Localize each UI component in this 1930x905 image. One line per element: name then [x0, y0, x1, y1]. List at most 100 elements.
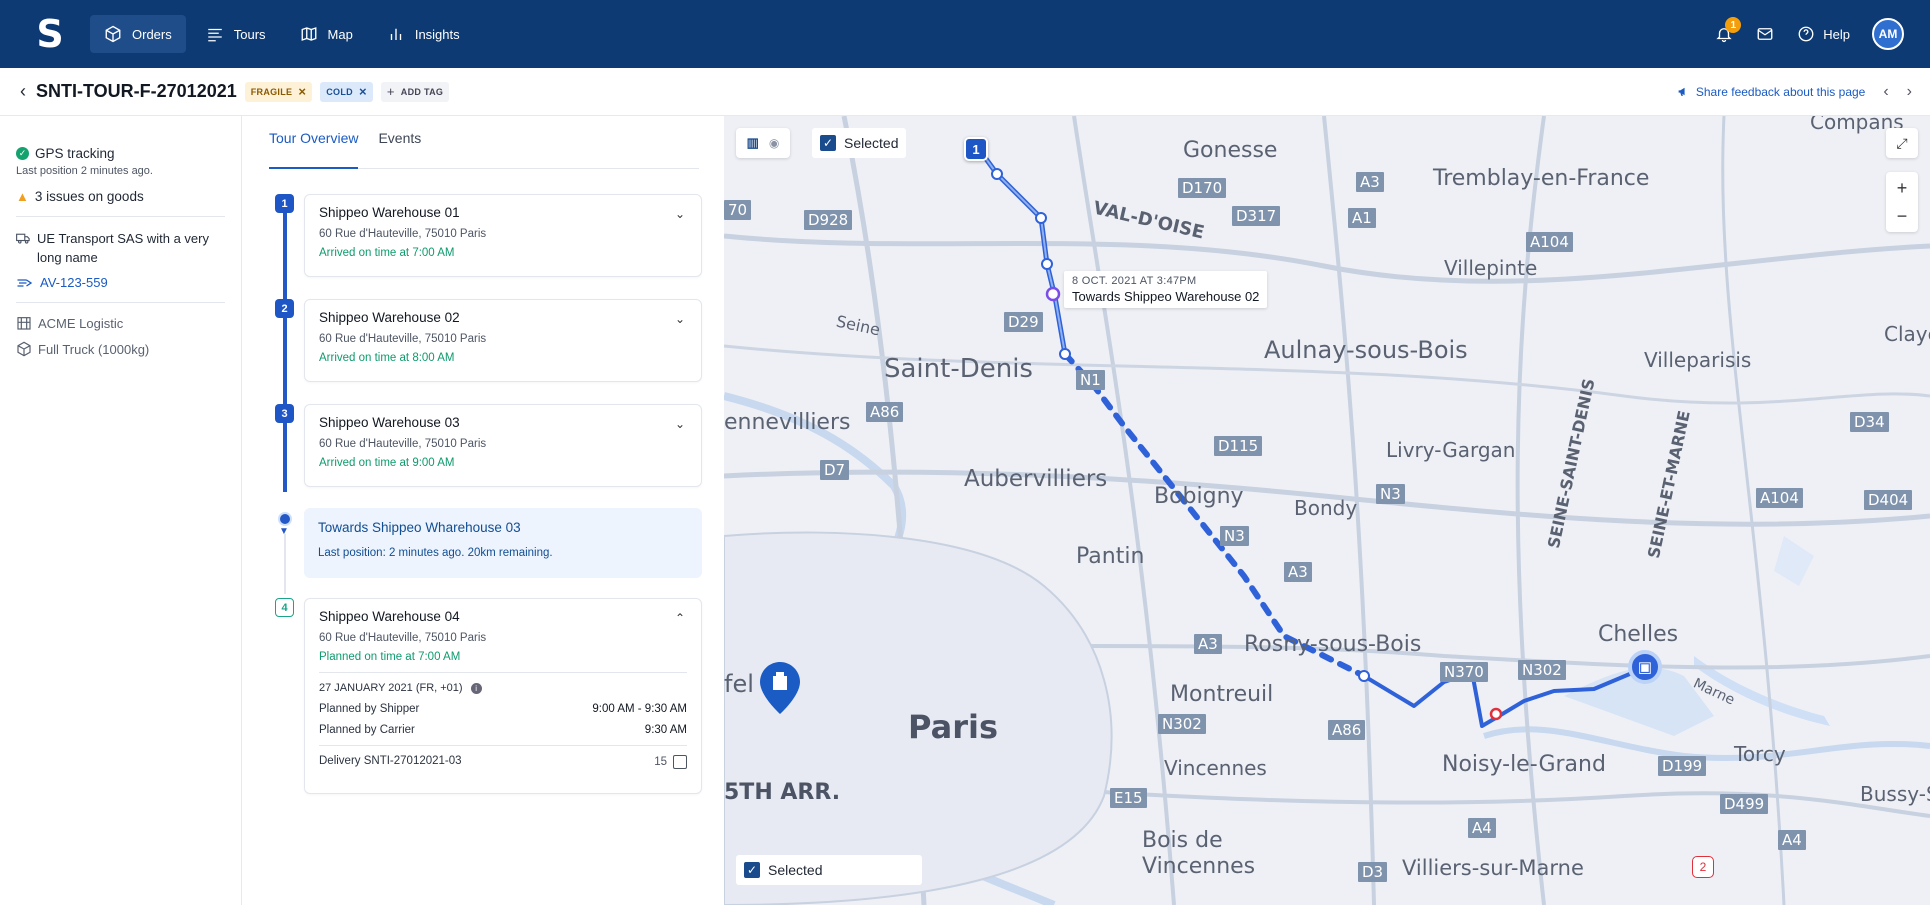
- step-marker-3: 3: [275, 404, 294, 423]
- stop-status: Arrived on time at 7:00 AM: [319, 247, 455, 259]
- step-marker-2: 2: [275, 299, 294, 318]
- delivery-count: 15: [654, 756, 667, 768]
- tag-cold-label: COLD: [326, 86, 353, 97]
- add-tag-button[interactable]: + ADD TAG: [380, 81, 450, 102]
- stop-marker-2[interactable]: 2: [1692, 856, 1714, 878]
- in-transit-card[interactable]: Towards Shippeo Wharehouse 03 Last posit…: [304, 508, 702, 578]
- chevron-up-icon[interactable]: ⌃: [675, 611, 685, 625]
- chevron-down-icon[interactable]: ⌄: [675, 417, 685, 431]
- stop-card-4[interactable]: Shippeo Warehouse 04 60 Rue d'Hauteville…: [304, 598, 702, 794]
- shippeo-logo[interactable]: S: [28, 12, 72, 56]
- stop-card-2[interactable]: Shippeo Warehouse 02 60 Rue d'Hauteville…: [304, 299, 702, 382]
- gps-label: GPS tracking: [35, 146, 115, 161]
- selected-filter-top[interactable]: ✓ Selected: [812, 128, 907, 158]
- gps-sub: Last position 2 minutes ago.: [16, 165, 153, 177]
- messages-button[interactable]: [1755, 25, 1775, 43]
- stop-marker-1[interactable]: 1: [964, 137, 988, 161]
- place-label: Saint-Denis: [884, 354, 1033, 384]
- stop-card-1[interactable]: Shippeo Warehouse 01 60 Rue d'Hauteville…: [304, 194, 702, 277]
- divider: [16, 302, 225, 303]
- tooltip-time: 8 OCT. 2021 AT 3:47PM: [1072, 275, 1197, 287]
- tab-tour-overview[interactable]: Tour Overview: [269, 116, 359, 169]
- remove-tag-icon[interactable]: ×: [298, 84, 306, 99]
- nav-tours[interactable]: Tours: [192, 15, 280, 53]
- nav-insights[interactable]: Insights: [373, 15, 474, 53]
- feedback-link[interactable]: Share feedback about this page: [1677, 85, 1865, 99]
- shipper-name: ACME Logistic: [38, 315, 124, 331]
- stop-title: Shippeo Warehouse 03: [319, 415, 460, 430]
- place-label: Noisy-le-Grand: [1442, 752, 1606, 777]
- box-icon: [105, 25, 121, 43]
- stop-title: Shippeo Warehouse 04: [319, 609, 460, 624]
- vehicle-row[interactable]: AV-123-559: [16, 275, 225, 290]
- selected-filter-bottom[interactable]: ✓ Selected: [736, 855, 922, 885]
- chevron-down-icon[interactable]: ⌄: [675, 312, 685, 326]
- help-button[interactable]: Help: [1797, 25, 1850, 43]
- transit-title: Towards Shippeo Wharehouse 03: [318, 520, 521, 535]
- road-label: D404: [1864, 490, 1913, 510]
- add-tag-label: ADD TAG: [400, 86, 444, 97]
- notifications-button[interactable]: 1: [1715, 17, 1742, 43]
- stop-address: 60 Rue d'Hauteville, 75010 Paris: [319, 632, 487, 644]
- tab-events[interactable]: Events: [378, 116, 421, 168]
- check-circle-icon: ✓: [16, 147, 29, 160]
- zoom-out-icon[interactable]: −: [1897, 202, 1908, 230]
- nav-map-label: Map: [327, 26, 353, 42]
- timeline-line: [283, 202, 287, 492]
- mail-icon: [1757, 28, 1773, 40]
- gps-row: ✓ GPS tracking: [16, 146, 225, 161]
- road-label: N3: [1220, 526, 1249, 546]
- truck-location-icon[interactable]: ▣: [1628, 650, 1662, 684]
- package-icon: [17, 341, 31, 357]
- planned-carrier-label: Planned by Carrier: [319, 724, 415, 736]
- road-label: D199: [1658, 756, 1707, 776]
- delivery-count-wrap: 15: [654, 755, 687, 769]
- road-label: A3: [1284, 562, 1312, 582]
- vehicle-plate: AV-123-559: [40, 275, 108, 290]
- place-label: Gonesse: [1183, 138, 1278, 163]
- place-label: Pantin: [1076, 544, 1145, 569]
- chevron-down-icon[interactable]: ⌄: [675, 207, 685, 221]
- place-label: Aubervilliers: [964, 466, 1108, 492]
- planned-carrier-value: 9:30 AM: [644, 724, 687, 736]
- tour-title: SNTI-TOUR-F-27012021: [36, 81, 237, 101]
- tag-cold: COLD ×: [320, 81, 373, 102]
- fullscreen-button[interactable]: ⤢: [1886, 128, 1918, 158]
- planned-shipper-label: Planned by Shipper: [319, 703, 420, 715]
- feedback-label: Share feedback about this page: [1695, 84, 1866, 99]
- tag-fragile-label: FRAGILE: [250, 86, 293, 97]
- capacity-label: Full Truck (1000kg): [38, 341, 150, 357]
- zoom-in-icon[interactable]: +: [1897, 174, 1908, 202]
- stop-status: Arrived on time at 8:00 AM: [319, 352, 455, 364]
- tour-overview-panel: Tour Overview Events 1 2 3 ▼ 4 Shippeo W…: [242, 116, 724, 905]
- top-right-actions: 1 Help AM: [1715, 0, 1904, 68]
- remove-tag-icon[interactable]: ×: [359, 84, 367, 99]
- issues-row[interactable]: ▲ 3 issues on goods: [16, 189, 225, 204]
- back-arrow-icon[interactable]: ‹: [20, 81, 26, 102]
- road-label: N370: [1440, 662, 1488, 682]
- prev-tour-icon[interactable]: ‹: [1883, 83, 1888, 101]
- info-icon[interactable]: i: [470, 682, 482, 694]
- checkbox-checked-icon: ✓: [820, 135, 836, 151]
- warehouse-pin-icon[interactable]: [760, 662, 800, 714]
- stop-title: Shippeo Warehouse 02: [319, 310, 460, 325]
- place-label: Livry-Gargan: [1386, 438, 1516, 462]
- road-label: D928: [804, 210, 853, 230]
- map-layers-icon: ▥: [746, 135, 759, 150]
- nav-map[interactable]: Map: [286, 15, 367, 53]
- nav-orders[interactable]: Orders: [90, 15, 186, 53]
- tour-map[interactable]: Gonesse Tremblay-en-France VAL-D'OISE Vi…: [724, 116, 1930, 905]
- road-label: A3: [1194, 634, 1222, 654]
- stop-card-3[interactable]: Shippeo Warehouse 03 60 Rue d'Hauteville…: [304, 404, 702, 487]
- place-label: Bondy: [1294, 496, 1358, 520]
- map-layer-toggle[interactable]: ▥ ◉: [736, 128, 790, 158]
- place-label: ennevilliers: [724, 410, 851, 435]
- user-avatar[interactable]: AM: [1872, 18, 1904, 50]
- nav-tours-label: Tours: [233, 26, 266, 42]
- issues-label: 3 issues on goods: [34, 189, 144, 204]
- shipper-row: ACME Logistic: [16, 315, 225, 331]
- delivery-row[interactable]: Delivery SNTI-27012021-03 15: [319, 755, 687, 769]
- next-tour-icon[interactable]: ›: [1907, 83, 1912, 101]
- list-icon: [207, 28, 222, 42]
- stop-title: Shippeo Warehouse 01: [319, 205, 460, 220]
